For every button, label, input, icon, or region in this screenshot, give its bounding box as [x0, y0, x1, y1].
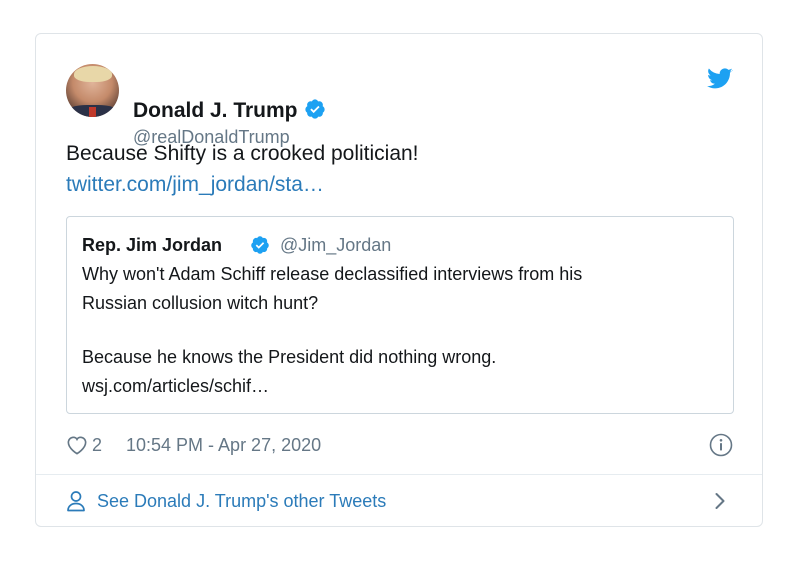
- quoted-text-line-2: Russian collusion witch hunt?: [82, 293, 319, 313]
- avatar-hair: [74, 66, 112, 82]
- person-icon: [66, 490, 86, 517]
- tweet-text: Because Shifty is a crooked politician!: [66, 142, 419, 165]
- like-count[interactable]: 2: [92, 433, 102, 457]
- author-avatar[interactable]: [66, 64, 119, 117]
- chevron-right-icon[interactable]: [714, 492, 726, 515]
- quoted-link[interactable]: wsj.com/articles/schif…: [82, 375, 269, 397]
- twitter-bird-icon[interactable]: [707, 68, 733, 95]
- quoted-author-name[interactable]: Rep. Jim Jordan: [82, 234, 222, 256]
- verified-badge-icon: [250, 235, 270, 260]
- tweet-link[interactable]: twitter.com/jim_jordan/sta…: [66, 169, 324, 200]
- quoted-author-handle[interactable]: @Jim_Jordan: [280, 234, 391, 256]
- quoted-tweet[interactable]: Rep. Jim Jordan @Jim_Jordan Why won't Ad…: [66, 216, 734, 414]
- quoted-text-line-1: Why won't Adam Schiff release declassifi…: [82, 264, 583, 284]
- see-other-tweets-link[interactable]: See Donald J. Trump's other Tweets: [36, 475, 762, 527]
- embedded-tweet-card: Donald J. Trump @realDonaldTrump Because…: [35, 33, 763, 527]
- verified-badge-icon: [304, 98, 326, 127]
- author-name-row[interactable]: Donald J. Trump: [133, 98, 326, 127]
- avatar-tie: [89, 107, 96, 117]
- heart-icon[interactable]: [66, 435, 88, 461]
- see-other-tweets-label[interactable]: See Donald J. Trump's other Tweets: [97, 489, 386, 513]
- author-name[interactable]: Donald J. Trump: [133, 99, 298, 122]
- info-icon[interactable]: [709, 433, 733, 462]
- tweet-timestamp[interactable]: 10:54 PM - Apr 27, 2020: [126, 433, 321, 457]
- quoted-text-line-3: Because he knows the President did nothi…: [82, 347, 497, 367]
